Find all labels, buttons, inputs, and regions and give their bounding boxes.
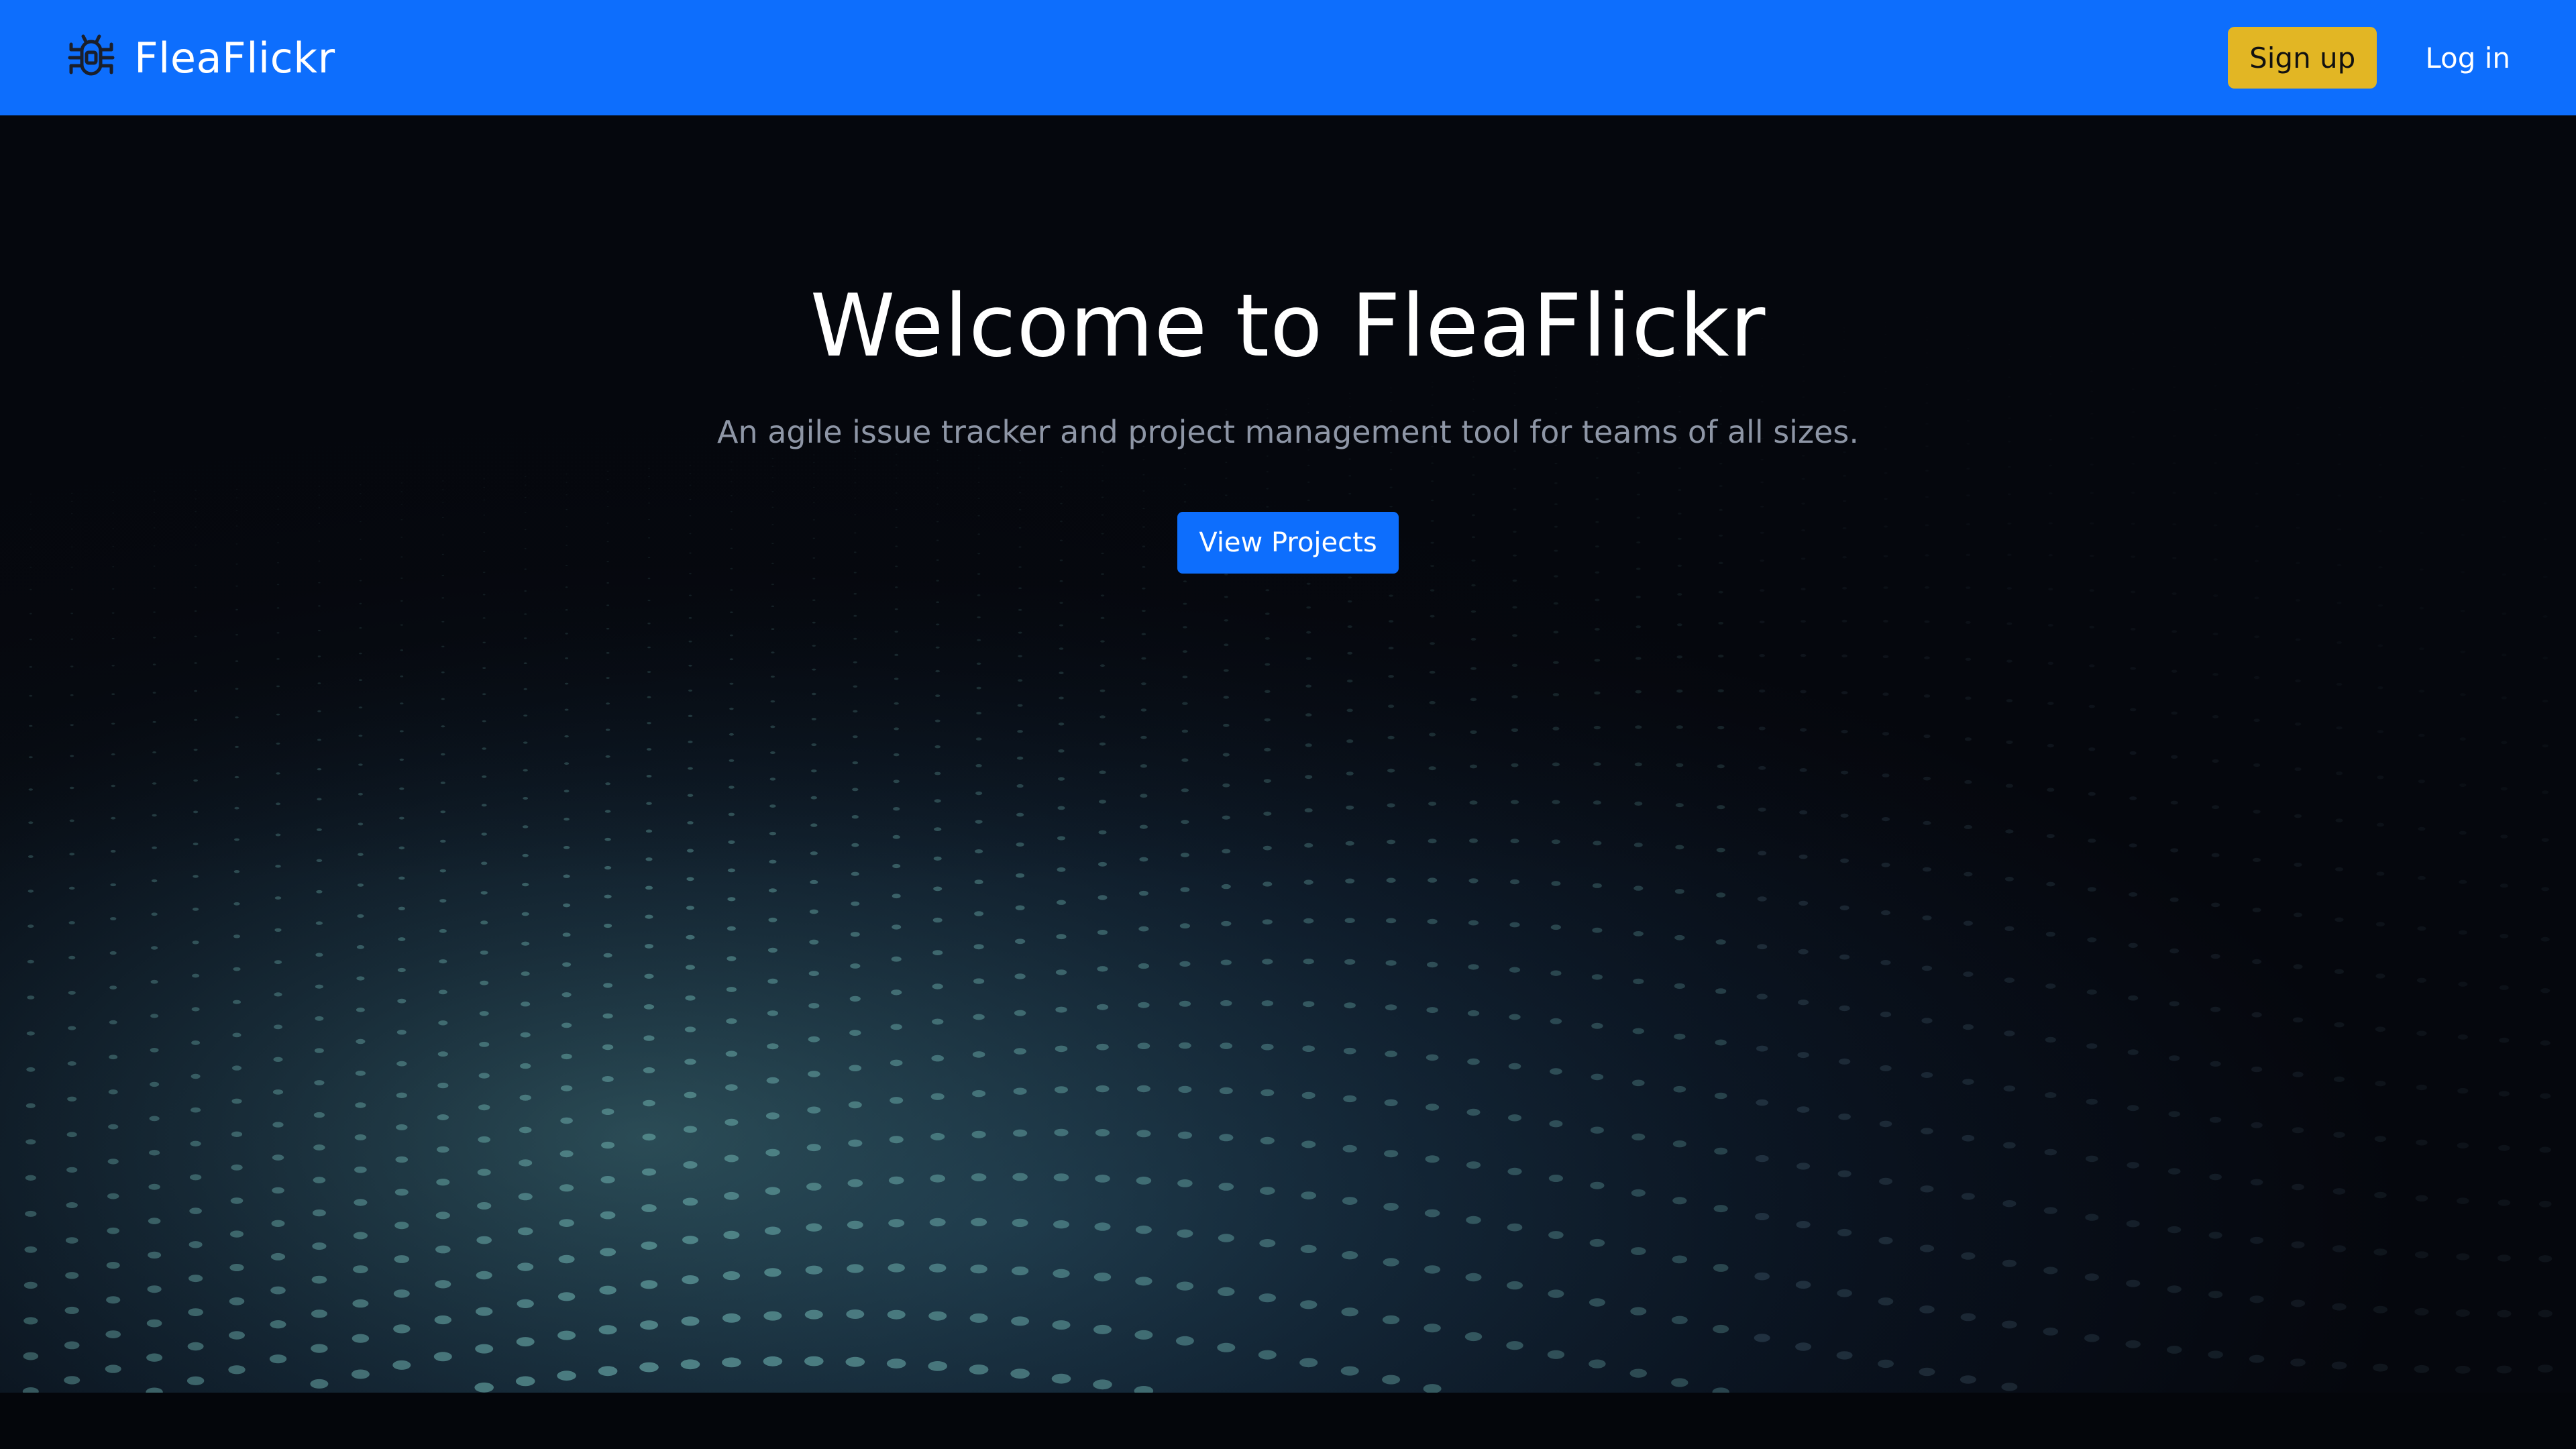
bug-icon (66, 32, 117, 83)
nav-actions: Sign up Log in (2228, 27, 2510, 89)
footer-band (0, 1393, 2576, 1449)
top-navbar: FleaFlickr Sign up Log in (0, 0, 2576, 115)
brand-name: FleaFlickr (134, 33, 335, 83)
signup-button[interactable]: Sign up (2228, 27, 2377, 89)
login-link[interactable]: Log in (2425, 42, 2510, 74)
hero-section: Welcome to FleaFlickr An agile issue tra… (0, 115, 2576, 1393)
hero-title: Welcome to FleaFlickr (810, 276, 1766, 376)
hero-content: Welcome to FleaFlickr An agile issue tra… (0, 115, 2576, 574)
hero-subtitle: An agile issue tracker and project manag… (717, 414, 1859, 450)
view-projects-button[interactable]: View Projects (1177, 512, 1399, 574)
brand-link[interactable]: FleaFlickr (66, 32, 335, 83)
